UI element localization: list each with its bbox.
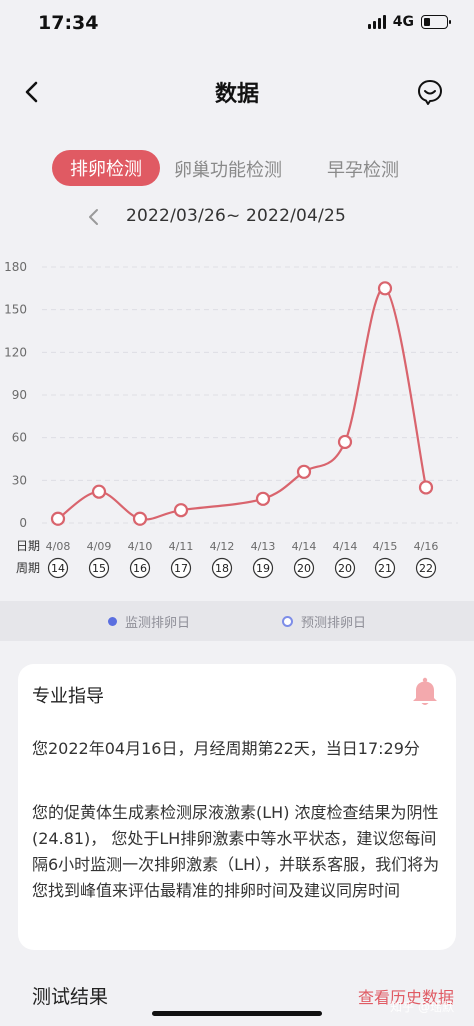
- y-tick-label: 0: [19, 516, 27, 530]
- y-tick-label: 60: [12, 431, 27, 445]
- test-results-title: 测试结果: [32, 986, 109, 1008]
- battery-icon: [421, 15, 451, 29]
- data-point: [50, 511, 66, 526]
- x-tick-label: 4/14: [292, 540, 317, 553]
- chart-legend: 监测排卵日 预测排卵日: [0, 601, 474, 641]
- cycle-day-label: 15: [92, 562, 106, 575]
- data-point: [418, 480, 434, 495]
- tab-ovulation[interactable]: 排卵检测: [52, 150, 160, 186]
- bell-icon: [413, 677, 437, 705]
- data-point: [296, 464, 312, 479]
- home-indicator[interactable]: [152, 1011, 322, 1016]
- watermark: 知乎 @瑶默: [390, 1000, 454, 1014]
- lh-line-chart: 0 30 60 90 120 150 180 日期周期 4/08 14 4/09 15 4/10 16 4/…: [4, 260, 458, 579]
- guidance-date-text: 您2022年04月16日，月经周期第22天，当日17:29分: [32, 739, 420, 758]
- x-tick-label: 4/14: [333, 540, 358, 553]
- status-time: 17:34: [38, 12, 99, 34]
- data-point: [255, 491, 271, 506]
- legend-monitor-label: 监测排卵日: [124, 615, 190, 631]
- x-tick-label: 4/11: [169, 540, 194, 553]
- cycle-day-label: 18: [215, 562, 229, 575]
- legend-predict-label: 预测排卵日: [301, 615, 367, 631]
- hollow-dot-icon: [282, 615, 293, 627]
- previous-range-button[interactable]: [86, 207, 102, 227]
- cycle-day-label: 14: [51, 562, 65, 575]
- data-point: [91, 484, 107, 499]
- x-tick-label: 4/12: [210, 540, 235, 553]
- guidance-title: 专业指导: [32, 686, 104, 707]
- chevron-left-icon: [89, 209, 98, 225]
- x-tick-label: 4/08: [46, 540, 71, 553]
- data-point: [173, 503, 189, 518]
- x-tick-label: 4/09: [87, 540, 112, 553]
- date-range-label: 2022/03/26~ 2022/04/25: [126, 206, 347, 226]
- legend-monitor: 监测排卵日: [107, 612, 190, 631]
- cycle-day-label: 21: [378, 562, 392, 575]
- tab-ovarian-function[interactable]: 卵巢功能检测: [174, 156, 282, 182]
- filled-dot-icon: [107, 616, 117, 626]
- guidance-result-text: 您的促黄体生成素检测尿液激素(LH) 浓度检查结果为阴性(24.81)， 您处于…: [32, 803, 440, 900]
- cycle-day-label: 17: [174, 562, 188, 575]
- guidance-card: 专业指导 您2022年04月16日，月经周期第22天，当日17:29分 您的促黄…: [18, 664, 456, 950]
- data-point: [337, 434, 353, 450]
- x-tick-label: 4/16: [414, 540, 439, 553]
- tab-early-pregnancy[interactable]: 早孕检测: [327, 156, 399, 182]
- y-tick-label: 120: [4, 345, 27, 359]
- smile-chat-icon: [418, 80, 442, 105]
- data-point: [377, 281, 393, 296]
- cycle-day-label: 20: [297, 562, 311, 575]
- cycle-day-label: 20: [338, 562, 352, 575]
- cycle-day-label: 22: [419, 562, 433, 575]
- cycle-day-label: 19: [256, 562, 270, 575]
- page-title: 数据: [214, 82, 259, 107]
- x-tick-label: 4/15: [373, 540, 398, 553]
- customer-service-button[interactable]: [416, 78, 444, 106]
- signal-icon: [367, 15, 386, 29]
- status-indicators: 4G: [367, 14, 451, 30]
- lh-series-line: [57, 287, 428, 521]
- reminder-button[interactable]: [410, 676, 440, 708]
- legend-predict: 预测排卵日: [282, 612, 366, 631]
- x-tick-label: 4/13: [251, 540, 276, 553]
- y-tick-label: 30: [12, 473, 27, 487]
- data-point: [132, 511, 148, 526]
- y-tick-label: 90: [12, 388, 27, 402]
- network-type: 4G: [392, 14, 414, 30]
- cycle-day-label: 16: [133, 562, 147, 575]
- cycle-row-label: 周期: [16, 561, 40, 575]
- y-tick-label: 150: [4, 303, 27, 317]
- y-tick-label: 180: [4, 260, 27, 274]
- date-row-label: 日期: [16, 539, 40, 553]
- x-tick-label: 4/10: [128, 540, 153, 553]
